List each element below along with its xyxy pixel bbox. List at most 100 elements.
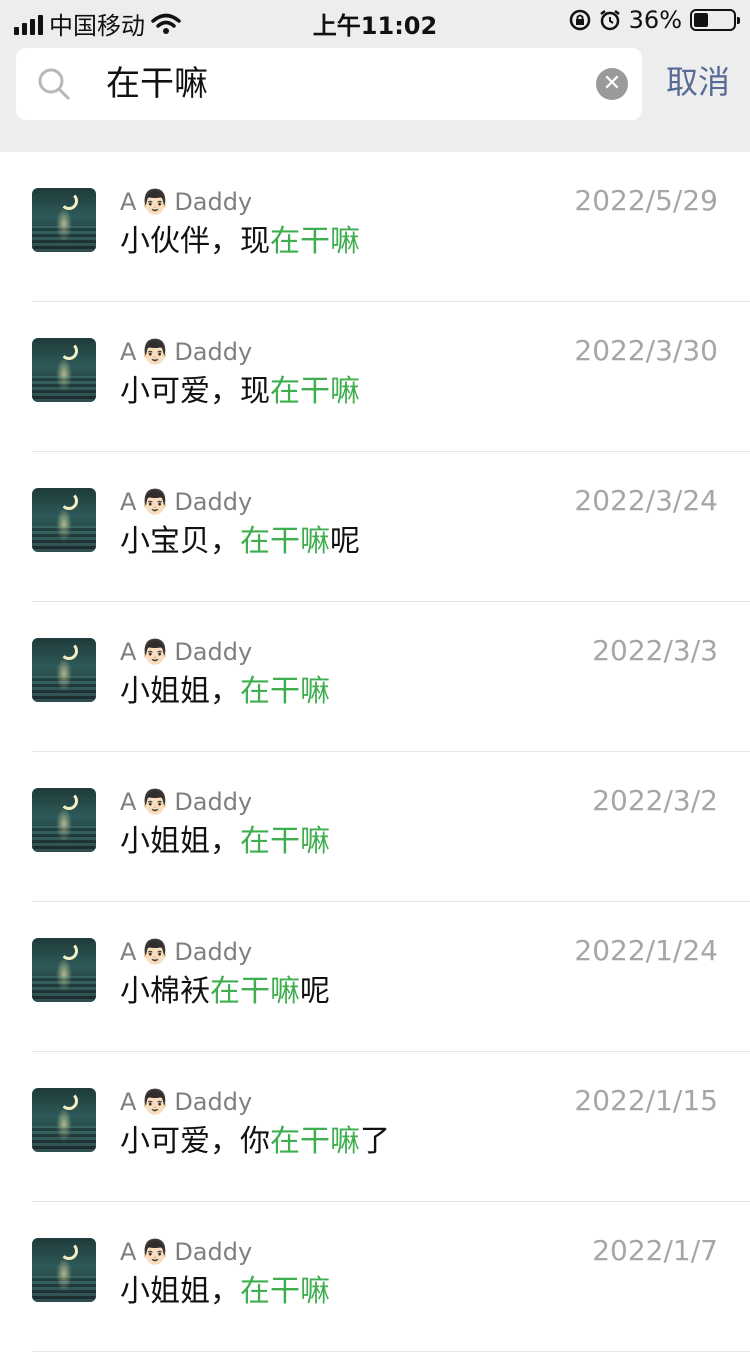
snippet-match: 在干嘛 bbox=[270, 374, 360, 409]
avatar bbox=[32, 1238, 96, 1302]
message-snippet: 小伙伴，现在干嘛 bbox=[120, 222, 360, 262]
man-face-emoji-icon: 👨🏻 bbox=[140, 338, 171, 366]
avatar-field bbox=[32, 1276, 96, 1302]
message-date: 2022/1/7 bbox=[592, 1234, 718, 1267]
moon-icon bbox=[60, 192, 78, 210]
snippet-before: 小姐姐， bbox=[120, 824, 240, 859]
moon-icon bbox=[60, 1092, 78, 1110]
sender-name: Daddy bbox=[174, 788, 253, 816]
sender-name: Daddy bbox=[174, 1238, 253, 1266]
avatar bbox=[32, 488, 96, 552]
sender-name: Daddy bbox=[174, 638, 253, 666]
sender-label: A 👨🏻 Daddy bbox=[120, 186, 252, 218]
message-date: 2022/3/2 bbox=[592, 784, 718, 817]
battery-icon bbox=[690, 9, 740, 31]
avatar-field bbox=[32, 976, 96, 1002]
snippet-match: 在干嘛 bbox=[270, 224, 360, 259]
snippet-before: 小伙伴，现 bbox=[120, 224, 270, 259]
search-header: 中国移动 上午11:02 36% 在干嘛 ✕ 取消 bbox=[0, 0, 750, 152]
sender-prefix: A bbox=[120, 188, 137, 216]
man-face-emoji-icon: 👨🏻 bbox=[140, 938, 171, 966]
sender-name: Daddy bbox=[174, 188, 253, 216]
result-row[interactable]: A 👨🏻 Daddy 2022/1/15 小可爱，你在干嘛了 bbox=[0, 1052, 750, 1202]
sender-prefix: A bbox=[120, 488, 137, 516]
status-right: 36% bbox=[569, 6, 740, 34]
sender-label: A 👨🏻 Daddy bbox=[120, 1236, 252, 1268]
sender-prefix: A bbox=[120, 638, 137, 666]
message-snippet: 小可爱，现在干嘛 bbox=[120, 372, 360, 412]
sender-label: A 👨🏻 Daddy bbox=[120, 486, 252, 518]
moon-icon bbox=[60, 942, 78, 960]
avatar-field bbox=[32, 1126, 96, 1152]
moon-icon bbox=[60, 1242, 78, 1260]
message-snippet: 小姐姐，在干嘛 bbox=[120, 672, 330, 712]
search-results-list: A 👨🏻 Daddy 2022/5/29 小伙伴，现在干嘛 A 👨🏻 Daddy… bbox=[0, 152, 750, 1352]
search-input[interactable]: 在干嘛 ✕ bbox=[16, 48, 642, 120]
orientation-lock-icon bbox=[569, 9, 590, 31]
sender-prefix: A bbox=[120, 788, 137, 816]
avatar bbox=[32, 1088, 96, 1152]
search-icon bbox=[38, 68, 70, 100]
sender-label: A 👨🏻 Daddy bbox=[120, 636, 252, 668]
avatar-field bbox=[32, 526, 96, 552]
sender-name: Daddy bbox=[174, 1088, 253, 1116]
man-face-emoji-icon: 👨🏻 bbox=[140, 188, 171, 216]
snippet-before: 小姐姐， bbox=[120, 1274, 240, 1309]
snippet-match: 在干嘛 bbox=[210, 974, 300, 1009]
result-row[interactable]: A 👨🏻 Daddy 2022/3/2 小姐姐，在干嘛 bbox=[0, 752, 750, 902]
man-face-emoji-icon: 👨🏻 bbox=[140, 638, 171, 666]
sender-prefix: A bbox=[120, 338, 137, 366]
snippet-before: 小可爱，现 bbox=[120, 374, 270, 409]
man-face-emoji-icon: 👨🏻 bbox=[140, 788, 171, 816]
message-date: 2022/3/24 bbox=[574, 484, 718, 517]
snippet-before: 小可爱，你 bbox=[120, 1124, 270, 1159]
result-row[interactable]: A 👨🏻 Daddy 2022/1/24 小棉袄在干嘛呢 bbox=[0, 902, 750, 1052]
avatar bbox=[32, 188, 96, 252]
message-snippet: 小姐姐，在干嘛 bbox=[120, 1272, 330, 1312]
sender-label: A 👨🏻 Daddy bbox=[120, 786, 252, 818]
sender-label: A 👨🏻 Daddy bbox=[120, 336, 252, 368]
avatar-field bbox=[32, 676, 96, 702]
snippet-match: 在干嘛 bbox=[270, 1124, 360, 1159]
status-bar: 中国移动 上午11:02 36% bbox=[0, 0, 750, 40]
snippet-after: 呢 bbox=[330, 524, 360, 559]
sender-name: Daddy bbox=[174, 938, 253, 966]
moon-icon bbox=[60, 342, 78, 360]
man-face-emoji-icon: 👨🏻 bbox=[140, 1088, 171, 1116]
avatar-field bbox=[32, 226, 96, 252]
sender-prefix: A bbox=[120, 1238, 137, 1266]
snippet-match: 在干嘛 bbox=[240, 824, 330, 859]
snippet-after: 了 bbox=[360, 1124, 390, 1159]
avatar bbox=[32, 788, 96, 852]
message-date: 2022/5/29 bbox=[574, 184, 718, 217]
snippet-match: 在干嘛 bbox=[240, 1274, 330, 1309]
cancel-button[interactable]: 取消 bbox=[666, 60, 730, 104]
snippet-match: 在干嘛 bbox=[240, 524, 330, 559]
message-snippet: 小宝贝，在干嘛呢 bbox=[120, 522, 360, 562]
snippet-after: 呢 bbox=[300, 974, 330, 1009]
search-query[interactable]: 在干嘛 bbox=[106, 62, 208, 106]
sender-label: A 👨🏻 Daddy bbox=[120, 1086, 252, 1118]
clear-icon[interactable]: ✕ bbox=[596, 68, 628, 100]
avatar bbox=[32, 638, 96, 702]
sender-prefix: A bbox=[120, 1088, 137, 1116]
sender-name: Daddy bbox=[174, 338, 253, 366]
result-row[interactable]: A 👨🏻 Daddy 2022/1/7 小姐姐，在干嘛 bbox=[0, 1202, 750, 1352]
battery-percent: 36% bbox=[628, 6, 682, 34]
message-date: 2022/1/24 bbox=[574, 934, 718, 967]
avatar bbox=[32, 338, 96, 402]
message-date: 2022/3/30 bbox=[574, 334, 718, 367]
snippet-before: 小宝贝， bbox=[120, 524, 240, 559]
result-row[interactable]: A 👨🏻 Daddy 2022/3/24 小宝贝，在干嘛呢 bbox=[0, 452, 750, 602]
message-snippet: 小姐姐，在干嘛 bbox=[120, 822, 330, 862]
moon-icon bbox=[60, 642, 78, 660]
result-row[interactable]: A 👨🏻 Daddy 2022/3/30 小可爱，现在干嘛 bbox=[0, 302, 750, 452]
avatar bbox=[32, 938, 96, 1002]
message-snippet: 小棉袄在干嘛呢 bbox=[120, 972, 330, 1012]
man-face-emoji-icon: 👨🏻 bbox=[140, 488, 171, 516]
result-row[interactable]: A 👨🏻 Daddy 2022/3/3 小姐姐，在干嘛 bbox=[0, 602, 750, 752]
moon-icon bbox=[60, 492, 78, 510]
alarm-icon bbox=[599, 10, 620, 31]
result-row[interactable]: A 👨🏻 Daddy 2022/5/29 小伙伴，现在干嘛 bbox=[0, 152, 750, 302]
sender-prefix: A bbox=[120, 938, 137, 966]
